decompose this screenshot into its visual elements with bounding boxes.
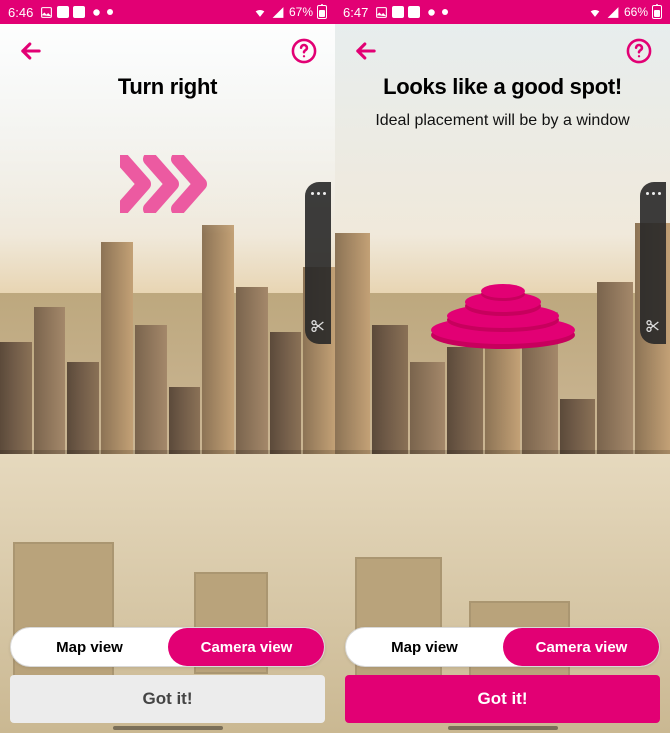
help-button[interactable] xyxy=(622,34,656,68)
signal-icon xyxy=(606,5,620,19)
camera-view-toggle[interactable]: Camera view xyxy=(503,628,660,666)
edge-panel-handle[interactable] xyxy=(640,182,666,344)
android-status-bar: 6:47 66% xyxy=(335,0,670,24)
map-view-toggle[interactable]: Map view xyxy=(346,628,503,666)
view-toggle: Map view Camera view xyxy=(345,627,660,667)
view-toggle: Map view Camera view xyxy=(10,627,325,667)
scissors-icon xyxy=(645,318,661,334)
instruction-heading: Looks like a good spot! Ideal placement … xyxy=(335,74,670,132)
instruction-title: Turn right xyxy=(0,74,335,100)
more-icon xyxy=(646,192,661,195)
reddit-icon xyxy=(424,5,438,19)
instruction-title: Looks like a good spot! xyxy=(335,74,670,100)
app-m-icon xyxy=(408,6,420,18)
instruction-heading: Turn right xyxy=(0,74,335,100)
image-icon xyxy=(39,5,53,19)
app-w-icon xyxy=(392,6,404,18)
battery-icon xyxy=(317,5,327,19)
image-icon xyxy=(374,5,388,19)
help-circle-icon xyxy=(625,37,653,65)
battery-icon xyxy=(652,5,662,19)
help-circle-icon xyxy=(290,37,318,65)
instruction-subtitle: Ideal placement will be by a window xyxy=(335,110,670,132)
help-button[interactable] xyxy=(287,34,321,68)
camera-view-toggle[interactable]: Camera view xyxy=(168,628,325,666)
android-status-bar: 6:46 67% xyxy=(0,0,335,24)
map-view-toggle[interactable]: Map view xyxy=(11,628,168,666)
bottom-controls: Map view Camera view Got it! xyxy=(0,627,335,733)
arrow-left-icon xyxy=(17,37,45,65)
dot-icon xyxy=(442,9,448,15)
status-notification-icons xyxy=(39,5,113,19)
top-nav xyxy=(335,28,670,74)
got-it-button[interactable]: Got it! xyxy=(10,675,325,723)
screen-good-spot: 6:47 66% Looks like a good spot! Ideal p… xyxy=(335,0,670,733)
gesture-nav-bar[interactable] xyxy=(448,726,558,730)
gesture-nav-bar[interactable] xyxy=(113,726,223,730)
wifi-icon xyxy=(253,5,267,19)
status-time: 6:46 xyxy=(8,5,33,20)
scissors-icon xyxy=(310,318,326,334)
status-battery-pct: 66% xyxy=(624,5,648,19)
chevrons-right-icon xyxy=(120,155,216,213)
arrow-left-icon xyxy=(352,37,380,65)
ar-signal-marker xyxy=(418,280,588,355)
signal-icon xyxy=(271,5,285,19)
bottom-controls: Map view Camera view Got it! xyxy=(335,627,670,733)
back-button[interactable] xyxy=(14,34,48,68)
wifi-icon xyxy=(588,5,602,19)
got-it-button[interactable]: Got it! xyxy=(345,675,660,723)
screen-turn-right: 6:46 67% Turn right xyxy=(0,0,335,733)
app-m-icon xyxy=(73,6,85,18)
back-button[interactable] xyxy=(349,34,383,68)
dot-icon xyxy=(107,9,113,15)
top-nav xyxy=(0,28,335,74)
signal-disc-icon xyxy=(418,280,588,350)
reddit-icon xyxy=(89,5,103,19)
status-notification-icons xyxy=(374,5,448,19)
turn-right-indicator xyxy=(0,155,335,218)
status-time: 6:47 xyxy=(343,5,368,20)
app-w-icon xyxy=(57,6,69,18)
status-battery-pct: 67% xyxy=(289,5,313,19)
